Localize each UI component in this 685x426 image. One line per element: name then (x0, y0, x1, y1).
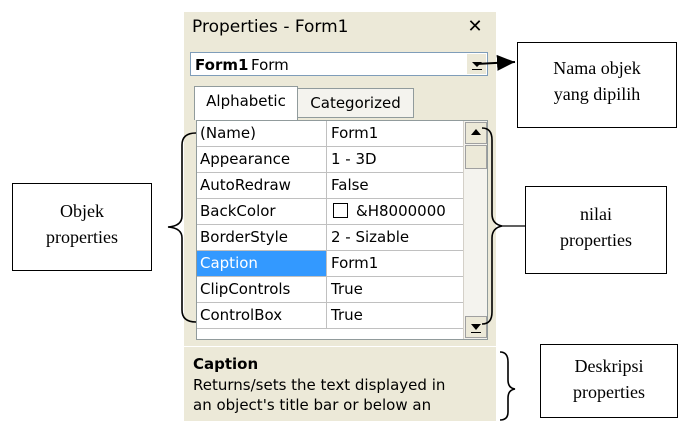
annotation-nama-objek: Nama objek yang dipilih (517, 42, 677, 128)
window-title: Properties - Form1 (192, 17, 349, 37)
object-selector-dropdown[interactable]: Form1 Form (190, 52, 488, 76)
annotation-line: Deskripsi (574, 356, 644, 376)
scroll-down-icon[interactable] (465, 316, 487, 338)
description-line: Returns/sets the text displayed in (193, 376, 446, 394)
annotation-objek-properties: Objek properties (12, 183, 152, 271)
property-row-autoredraw[interactable]: AutoRedraw False (197, 173, 463, 199)
annotation-line: Nama objek (553, 58, 641, 78)
property-grid: (Name) Form1 Appearance 1 - 3D AutoRedra… (196, 120, 488, 340)
property-value[interactable]: Form1 (327, 121, 463, 146)
description-panel: Caption Returns/sets the text displayed … (184, 346, 496, 421)
color-swatch-icon (333, 203, 348, 218)
selected-object-type: Form (251, 56, 289, 74)
property-row-borderstyle[interactable]: BorderStyle 2 - Sizable (197, 225, 463, 251)
property-name: AutoRedraw (197, 173, 327, 198)
dropdown-arrow-icon[interactable] (466, 54, 486, 74)
properties-window: Properties - Form1 ✕ Form1 Form Alphabet… (184, 12, 496, 421)
property-row-caption[interactable]: Caption Form1 (197, 251, 463, 277)
bracket-deskripsi-properties (499, 351, 516, 421)
scroll-up-icon[interactable] (465, 122, 487, 144)
description-text: Returns/sets the text displayed in an ob… (193, 375, 489, 415)
property-value[interactable]: 1 - 3D (327, 147, 463, 172)
annotation-line: Objek (60, 201, 104, 221)
annotation-line: properties (46, 227, 118, 247)
annotation-line: properties (573, 382, 645, 402)
annotation-nilai-properties: nilai properties (525, 186, 667, 274)
property-value[interactable]: Form1 (327, 251, 463, 276)
property-value: &H8000000 (356, 202, 446, 220)
property-name: ClipControls (197, 277, 327, 302)
property-row-backcolor[interactable]: BackColor &H8000000 (197, 199, 463, 225)
property-name: (Name) (197, 121, 327, 146)
property-value[interactable]: True (327, 303, 463, 328)
title-bar[interactable]: Properties - Form1 ✕ (184, 12, 496, 42)
close-icon[interactable]: ✕ (464, 17, 486, 37)
scroll-thumb[interactable] (465, 145, 487, 169)
property-row-appearance[interactable]: Appearance 1 - 3D (197, 147, 463, 173)
description-title: Caption (193, 355, 259, 373)
property-value[interactable]: False (327, 173, 463, 198)
property-name: ControlBox (197, 303, 327, 328)
property-value[interactable]: 2 - Sizable (327, 225, 463, 250)
property-value[interactable]: True (327, 277, 463, 302)
annotation-line: yang dipilih (553, 84, 641, 104)
property-row-clipcontrols[interactable]: ClipControls True (197, 277, 463, 303)
annotation-deskripsi-properties: Deskripsi properties (540, 344, 678, 418)
property-name: Caption (197, 251, 327, 276)
tab-alphabetic[interactable]: Alphabetic (194, 86, 298, 120)
selected-object-name: Form1 (195, 56, 249, 74)
property-name: BorderStyle (197, 225, 327, 250)
annotation-line: properties (560, 230, 632, 250)
property-value-backcolor[interactable]: &H8000000 (327, 199, 463, 224)
vertical-scrollbar[interactable] (463, 121, 487, 339)
property-name: Appearance (197, 147, 327, 172)
description-line: an object's title bar or below an (193, 396, 432, 414)
tab-categorized[interactable]: Categorized (298, 88, 414, 118)
annotation-line: nilai (580, 204, 612, 224)
property-row-controlbox[interactable]: ControlBox True (197, 303, 463, 329)
property-name: BackColor (197, 199, 327, 224)
property-row-name[interactable]: (Name) Form1 (197, 121, 463, 147)
